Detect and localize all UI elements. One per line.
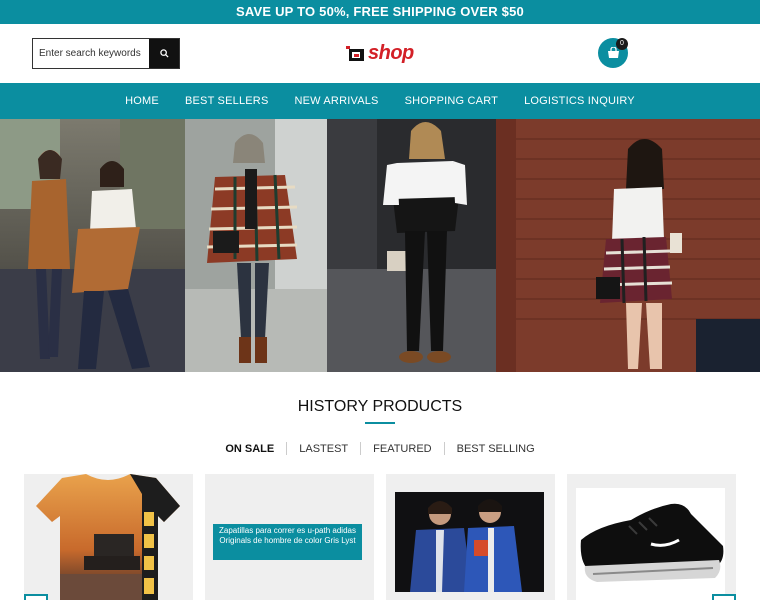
logo-text: shop	[368, 41, 414, 64]
product-card[interactable]: Zapatillas para correr es u-path adidas …	[205, 474, 374, 600]
hero-image-street-style-4	[496, 119, 760, 372]
header: shop 0	[0, 24, 760, 83]
nav-best-sellers[interactable]: BEST SELLERS	[185, 95, 269, 107]
product-card[interactable]	[386, 474, 555, 600]
search-input[interactable]	[33, 39, 149, 68]
hero-image-street-style-2	[185, 119, 327, 372]
hero-image-street-style-3	[327, 119, 496, 372]
logo-bag-icon	[346, 44, 366, 62]
nav-new-arrivals[interactable]: NEW ARRIVALS	[294, 95, 378, 107]
promo-banner: SAVE UP TO 50%, FREE SHIPPING OVER $50	[0, 0, 760, 24]
section-title: HISTORY PRODUCTS	[297, 398, 463, 415]
hero-image-street-style-1	[0, 119, 185, 372]
tab-on-sale[interactable]: ON SALE	[213, 443, 286, 455]
nav-shopping-cart[interactable]: SHOPPING CART	[405, 95, 498, 107]
title-underline	[365, 422, 395, 424]
main-nav: HOME BEST SELLERS NEW ARRIVALS SHOPPING …	[0, 83, 760, 119]
product-image-sneaker	[567, 474, 736, 600]
product-card[interactable]	[567, 474, 736, 600]
product-image-alt-text: Zapatillas para correr es u-path adidas …	[219, 526, 356, 545]
product-image-jackets	[386, 474, 555, 600]
tab-best-selling[interactable]: BEST SELLING	[445, 443, 547, 455]
nav-logistics-inquiry[interactable]: LOGISTICS INQUIRY	[524, 95, 635, 107]
product-image-tshirt	[24, 474, 193, 600]
search-icon	[159, 49, 169, 58]
tab-featured[interactable]: FEATURED	[361, 443, 443, 455]
product-card[interactable]	[24, 474, 193, 600]
carousel-prev-button[interactable]	[24, 594, 48, 600]
tab-lastest[interactable]: LASTEST	[287, 443, 360, 455]
search-button[interactable]	[149, 39, 179, 68]
cart-count-badge: 0	[616, 38, 628, 50]
logo[interactable]: shop	[346, 41, 414, 65]
nav-home[interactable]: HOME	[125, 95, 159, 107]
product-tabs: ON SALE LASTEST FEATURED BEST SELLING	[0, 442, 760, 455]
hero-banner[interactable]	[0, 119, 760, 372]
search-box	[32, 38, 180, 69]
carousel-next-button[interactable]	[712, 594, 736, 600]
product-image-broken: Zapatillas para correr es u-path adidas …	[213, 524, 362, 560]
